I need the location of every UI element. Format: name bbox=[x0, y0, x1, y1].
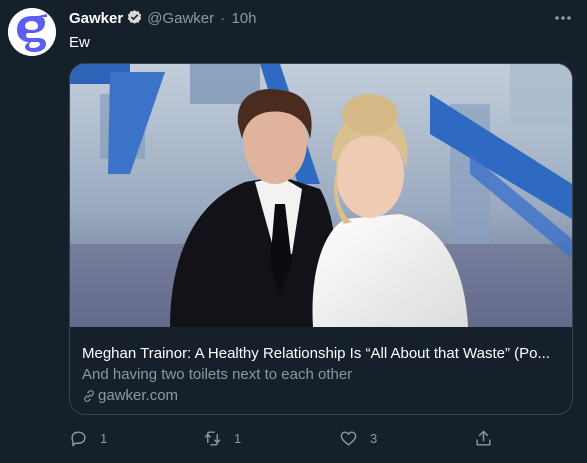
card-title[interactable]: Meghan Trainor: A Healthy Relationship I… bbox=[82, 344, 560, 364]
card-domain[interactable]: gawker.com bbox=[82, 386, 178, 406]
reply-count: 1 bbox=[100, 430, 108, 446]
card-image bbox=[70, 64, 572, 327]
tweet-text: Ew bbox=[69, 34, 90, 51]
tweet-header: Gawker @Gawker · 10h bbox=[69, 9, 587, 29]
tweet-actions: 1 1 3 bbox=[69, 428, 491, 448]
author-name[interactable]: Gawker bbox=[69, 10, 123, 27]
gawker-logo-icon bbox=[8, 8, 56, 56]
separator: · bbox=[220, 10, 226, 27]
retweet-icon bbox=[204, 430, 221, 446]
author-handle[interactable]: @Gawker bbox=[147, 10, 214, 27]
share-button[interactable] bbox=[474, 428, 493, 448]
avatar[interactable] bbox=[8, 8, 56, 56]
link-card[interactable]: Meghan Trainor: A Healthy Relationship I… bbox=[69, 63, 573, 415]
reply-button[interactable]: 1 bbox=[69, 428, 107, 448]
card-description: And having two toilets next to each othe… bbox=[82, 366, 353, 383]
like-icon bbox=[340, 430, 357, 446]
card-domain-text: gawker.com bbox=[98, 387, 179, 404]
reply-icon bbox=[71, 430, 86, 446]
tweet[interactable]: Gawker @Gawker · 10h Ew Meghan Trainor: … bbox=[0, 0, 587, 463]
retweet-count: 1 bbox=[234, 430, 242, 446]
like-count: 3 bbox=[370, 430, 378, 446]
timestamp[interactable]: 10h bbox=[231, 10, 256, 27]
link-icon bbox=[84, 390, 94, 402]
verified-badge-icon bbox=[126, 9, 143, 32]
like-button[interactable]: 3 bbox=[339, 428, 377, 448]
retweet-button[interactable]: 1 bbox=[203, 428, 241, 448]
card-meta: Meghan Trainor: A Healthy Relationship I… bbox=[70, 328, 572, 414]
more-icon[interactable] bbox=[553, 8, 573, 28]
share-icon bbox=[476, 430, 491, 446]
